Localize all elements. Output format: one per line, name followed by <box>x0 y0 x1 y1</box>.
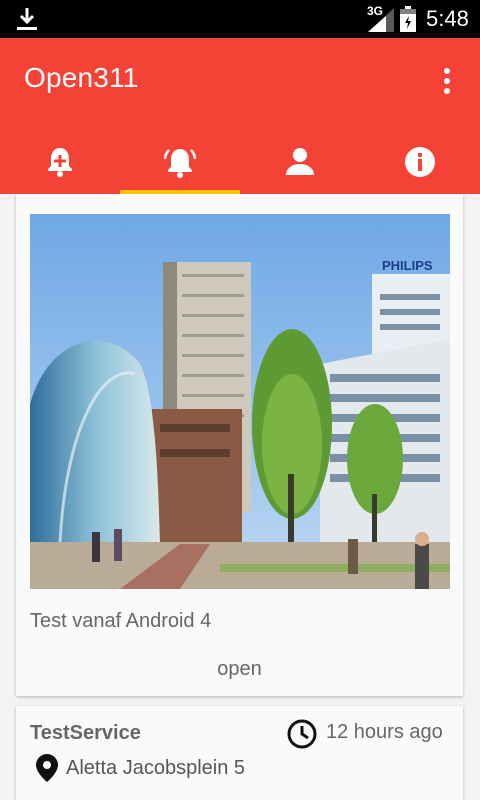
report-description: Test vanaf Android 4 <box>30 610 212 632</box>
clock-time: 5:48 <box>426 6 469 31</box>
report-photo-image: PHILIPS <box>30 214 450 589</box>
report-card[interactable]: TestService 12 hours ago Aletta Jacobspl… <box>16 706 463 800</box>
report-time-ago: 12 hours ago <box>326 721 443 743</box>
tab-bar <box>0 130 480 194</box>
report-card[interactable]: PHILIPS Test vanaf Android 4 open <box>16 194 463 696</box>
tab-new-report[interactable] <box>0 130 120 194</box>
tab-reports[interactable] <box>120 130 240 194</box>
status-bar: 3G 5:48 <box>0 0 480 38</box>
info-icon <box>405 147 435 177</box>
alarm-bell-icon <box>163 149 197 178</box>
download-icon <box>17 8 37 30</box>
signal-icon <box>368 8 394 32</box>
tab-profile[interactable] <box>240 130 360 194</box>
location-pin-icon <box>36 754 58 782</box>
person-icon <box>286 148 314 175</box>
battery-icon <box>400 6 416 32</box>
tab-info[interactable] <box>360 130 480 194</box>
app-title: Open311 <box>24 62 139 93</box>
app-bar: Open311 <box>0 38 480 194</box>
add-alert-icon <box>48 148 72 177</box>
service-name: TestService <box>30 722 141 744</box>
report-status: open <box>217 658 262 680</box>
report-photo: PHILIPS <box>30 214 450 589</box>
clock-icon <box>287 719 317 749</box>
report-list[interactable]: PHILIPS Test vanaf Android 4 open TestSe… <box>0 194 480 800</box>
more-vert-icon[interactable] <box>430 64 464 98</box>
svg-text:PHILIPS: PHILIPS <box>382 258 433 273</box>
report-address: Aletta Jacobsplein 5 <box>66 757 246 779</box>
